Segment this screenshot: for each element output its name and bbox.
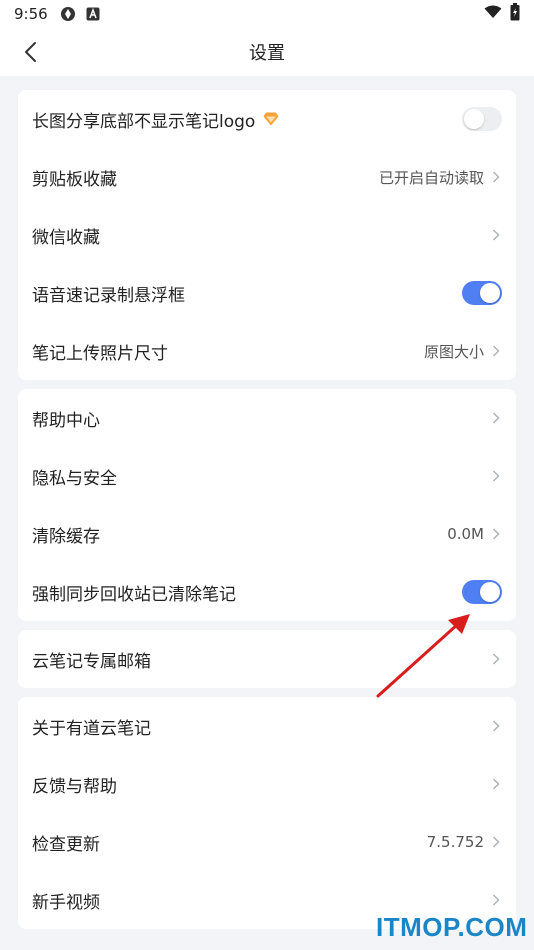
force-sync-toggle[interactable] bbox=[462, 580, 502, 604]
chevron-right-icon bbox=[492, 344, 502, 358]
setting-label: 反馈与帮助 bbox=[32, 776, 117, 797]
setting-label: 语音速记录制悬浮框 bbox=[32, 285, 185, 306]
setting-label: 检查更新 bbox=[32, 834, 100, 855]
settings-group-support: 帮助中心 隐私与安全 清除缓存 0.0M 强制同步回收站已清除笔记 bbox=[18, 389, 516, 621]
setting-row-about[interactable]: 关于有道云笔记 bbox=[18, 697, 516, 755]
setting-label: 关于有道云笔记 bbox=[32, 718, 151, 739]
setting-label: 新手视频 bbox=[32, 892, 100, 913]
settings-group-about: 关于有道云笔记 反馈与帮助 检查更新 7.5.752 新手视频 bbox=[18, 697, 516, 929]
setting-row-wechat[interactable]: 微信收藏 bbox=[18, 206, 516, 264]
toggle-knob bbox=[480, 283, 500, 303]
app-notification-icon bbox=[60, 6, 76, 22]
toggle-knob bbox=[480, 582, 500, 602]
page-title: 设置 bbox=[249, 43, 285, 64]
setting-label: 隐私与安全 bbox=[32, 468, 117, 489]
back-arrow-icon[interactable] bbox=[18, 40, 42, 64]
setting-value: 原图大小 bbox=[423, 342, 484, 361]
chevron-right-icon bbox=[492, 527, 502, 541]
setting-row-voice-float[interactable]: 语音速记录制悬浮框 bbox=[18, 264, 516, 322]
chevron-right-icon bbox=[492, 652, 502, 666]
setting-row-photo-size[interactable]: 笔记上传照片尺寸 原图大小 bbox=[18, 322, 516, 380]
chevron-right-icon bbox=[492, 777, 502, 791]
setting-row-help-center[interactable]: 帮助中心 bbox=[18, 389, 516, 447]
setting-row-clipboard[interactable]: 剪贴板收藏 已开启自动读取 bbox=[18, 148, 516, 206]
app-a-icon bbox=[86, 7, 100, 21]
annotation-arrow-icon bbox=[376, 614, 470, 698]
setting-row-feedback[interactable]: 反馈与帮助 bbox=[18, 755, 516, 813]
chevron-right-icon bbox=[492, 835, 502, 849]
setting-row-long-image-logo[interactable]: 长图分享底部不显示笔记logo bbox=[18, 90, 516, 148]
setting-row-privacy[interactable]: 隐私与安全 bbox=[18, 447, 516, 505]
setting-label: 剪贴板收藏 bbox=[32, 169, 117, 190]
chevron-right-icon bbox=[492, 228, 502, 242]
wifi-icon bbox=[484, 5, 502, 23]
chevron-right-icon bbox=[492, 411, 502, 425]
toggle-knob bbox=[464, 109, 484, 129]
setting-label: 长图分享底部不显示笔记logo bbox=[32, 111, 256, 132]
setting-label: 帮助中心 bbox=[32, 410, 100, 431]
settings-group-general: 长图分享底部不显示笔记logo 剪贴板收藏 已开启自动读取 微信收藏 语音速记录… bbox=[18, 90, 516, 380]
chevron-right-icon bbox=[492, 469, 502, 483]
setting-row-clear-cache[interactable]: 清除缓存 0.0M bbox=[18, 505, 516, 563]
watermark-text: ITMOP.COM bbox=[376, 912, 528, 942]
setting-value: 已开启自动读取 bbox=[378, 168, 484, 187]
long-image-logo-toggle[interactable] bbox=[462, 107, 502, 131]
setting-value: 7.5.752 bbox=[426, 833, 484, 851]
setting-label: 笔记上传照片尺寸 bbox=[32, 343, 168, 364]
status-bar: 9:56 bbox=[0, 0, 534, 28]
battery-icon bbox=[510, 3, 520, 25]
top-nav-bar: 设置 bbox=[0, 28, 534, 76]
status-time: 9:56 bbox=[14, 5, 48, 23]
chevron-right-icon bbox=[492, 893, 502, 907]
setting-label: 云笔记专属邮箱 bbox=[32, 651, 151, 672]
chevron-right-icon bbox=[492, 170, 502, 184]
chevron-right-icon bbox=[492, 719, 502, 733]
setting-label: 清除缓存 bbox=[32, 526, 100, 547]
vip-diamond-icon bbox=[263, 112, 279, 126]
setting-label: 微信收藏 bbox=[32, 227, 100, 248]
setting-row-check-update[interactable]: 检查更新 7.5.752 bbox=[18, 813, 516, 871]
setting-value: 0.0M bbox=[447, 525, 484, 543]
setting-label: 强制同步回收站已清除笔记 bbox=[32, 584, 236, 605]
voice-float-toggle[interactable] bbox=[462, 281, 502, 305]
